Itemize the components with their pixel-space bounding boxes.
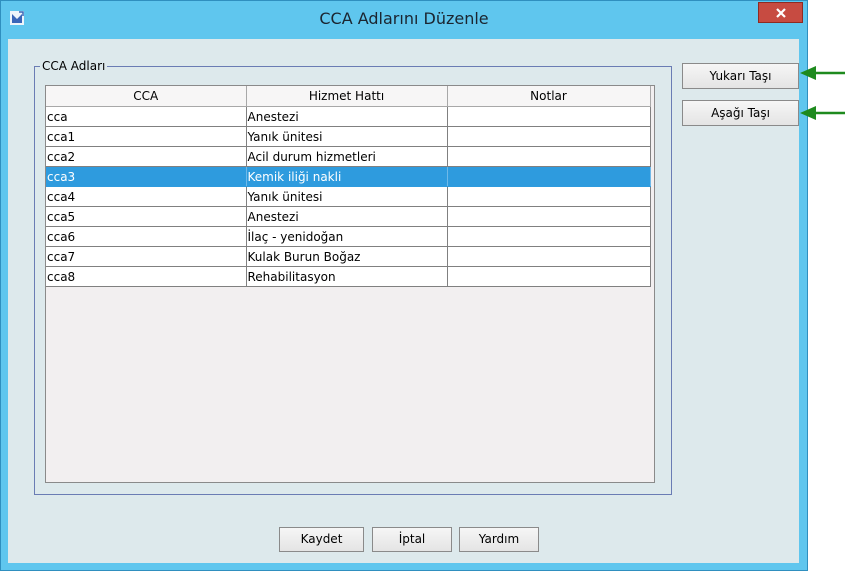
column-header-notes[interactable]: Notlar (447, 86, 651, 107)
cell-notes[interactable] (447, 266, 651, 287)
help-button[interactable]: Yardım (459, 527, 539, 552)
close-icon (775, 7, 786, 18)
table-row[interactable]: cca Anestezi (46, 106, 651, 127)
cca-names-group: CCA Adları CCA Hizmet Hattı Notlar cca A… (34, 59, 672, 495)
table-row[interactable]: cca2 Acil durum hizmetleri (46, 146, 651, 167)
cell-notes[interactable] (447, 226, 651, 247)
move-down-callout-arrow-icon (800, 106, 845, 120)
table-row[interactable]: cca7 Kulak Burun Boğaz (46, 246, 651, 267)
cell-service-line[interactable]: İlaç - yenidoğan (246, 226, 448, 247)
cell-service-line[interactable]: Yanık ünitesi (246, 126, 448, 147)
cell-cca[interactable]: cca7 (46, 246, 247, 267)
title-bar[interactable]: CCA Adlarını Düzenle (1, 1, 807, 39)
cell-service-line[interactable]: Acil durum hizmetleri (246, 146, 448, 167)
cca-table: CCA Hizmet Hattı Notlar cca Anestezi cca… (46, 86, 651, 287)
table-row[interactable]: cca8 Rehabilitasyon (46, 266, 651, 287)
cell-service-line[interactable]: Kulak Burun Boğaz (246, 246, 448, 267)
table-header-row: CCA Hizmet Hattı Notlar (46, 86, 651, 107)
cell-notes[interactable] (447, 146, 651, 167)
dialog-window: CCA Adlarını Düzenle CCA Adları CCA Hizm… (0, 0, 808, 571)
close-button[interactable] (758, 2, 803, 23)
cell-service-line[interactable]: Kemik iliği nakli (246, 166, 448, 187)
table-row[interactable]: cca4 Yanık ünitesi (46, 186, 651, 207)
move-up-callout-arrow-icon (800, 66, 845, 80)
cell-service-line[interactable]: Rehabilitasyon (246, 266, 448, 287)
cca-table-area[interactable]: CCA Hizmet Hattı Notlar cca Anestezi cca… (45, 85, 655, 483)
column-header-service-line[interactable]: Hizmet Hattı (246, 86, 448, 107)
cell-service-line[interactable]: Yanık ünitesi (246, 186, 448, 207)
table-row[interactable]: cca5 Anestezi (46, 206, 651, 227)
cancel-button[interactable]: İptal (372, 527, 452, 552)
cell-cca[interactable]: cca4 (46, 186, 247, 207)
cell-service-line[interactable]: Anestezi (246, 206, 448, 227)
table-row[interactable]: cca1 Yanık ünitesi (46, 126, 651, 147)
cell-notes[interactable] (447, 126, 651, 147)
group-legend: CCA Adları (40, 59, 108, 73)
cell-notes[interactable] (447, 186, 651, 207)
cell-cca[interactable]: cca2 (46, 146, 247, 167)
column-header-cca[interactable]: CCA (46, 86, 247, 107)
cell-notes[interactable] (447, 106, 651, 127)
table-row[interactable]: cca6 İlaç - yenidoğan (46, 226, 651, 247)
cell-notes[interactable] (447, 206, 651, 227)
table-row-selected[interactable]: cca3 Kemik iliği nakli (46, 166, 651, 187)
cell-cca[interactable]: cca8 (46, 266, 247, 287)
cell-service-line[interactable]: Anestezi (246, 106, 448, 127)
cell-cca[interactable]: cca (46, 106, 247, 127)
move-down-button[interactable]: Aşağı Taşı (682, 100, 799, 126)
cell-notes[interactable] (447, 246, 651, 267)
dialog-body: CCA Adları CCA Hizmet Hattı Notlar cca A… (8, 39, 799, 563)
save-button[interactable]: Kaydet (279, 527, 364, 552)
cell-cca[interactable]: cca3 (46, 166, 247, 187)
cell-cca[interactable]: cca1 (46, 126, 247, 147)
cell-cca[interactable]: cca5 (46, 206, 247, 227)
cell-notes[interactable] (447, 166, 651, 187)
window-title: CCA Adlarını Düzenle (319, 9, 489, 28)
move-up-button[interactable]: Yukarı Taşı (682, 63, 799, 89)
cell-cca[interactable]: cca6 (46, 226, 247, 247)
